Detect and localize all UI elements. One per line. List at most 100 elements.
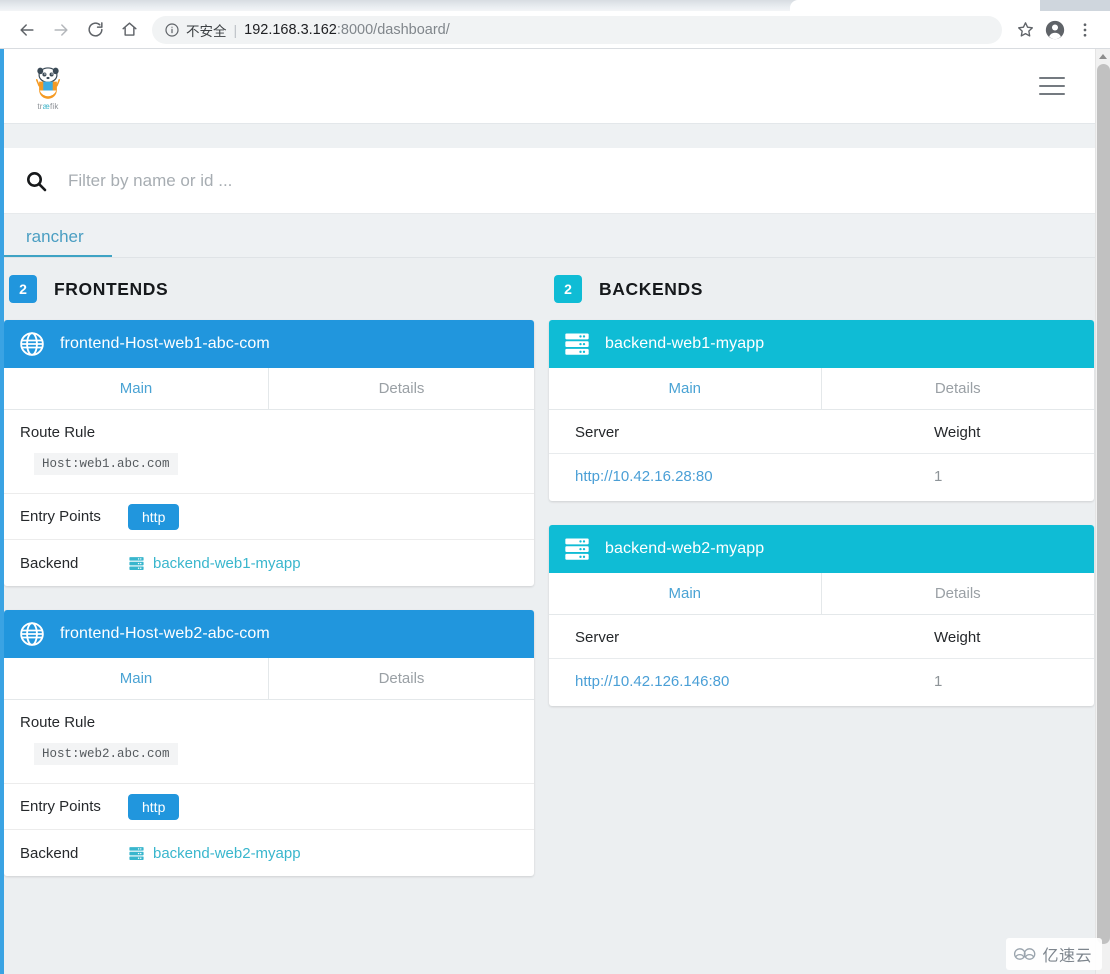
weight-cell: 1 (934, 468, 943, 485)
search-icon (27, 171, 47, 191)
url-path: :8000/dashboard/ (336, 21, 450, 38)
servers-table: Server Weight http://10.42.16.28:80 1 (549, 410, 1094, 501)
globe-icon (20, 332, 44, 356)
forward-arrow-icon (54, 23, 68, 36)
bookmark-button[interactable] (1010, 15, 1040, 45)
backend-label: Backend (20, 844, 79, 862)
backend-name: backend-web2-myapp (605, 540, 765, 557)
backend-link[interactable]: backend-web1-myapp (128, 555, 301, 572)
backend-card-header[interactable]: backend-web2-myapp (549, 525, 1094, 573)
forward-button[interactable] (44, 13, 78, 47)
route-rule-label: Route Rule (20, 714, 96, 731)
home-button[interactable] (112, 13, 146, 47)
column-header-weight: Weight (934, 615, 1094, 659)
frontend-card-tabs: Main Details (4, 368, 534, 410)
column-header-server: Server (549, 615, 934, 659)
reload-button[interactable] (78, 13, 112, 47)
backend-row: Backend backend-web2-myapp (4, 830, 534, 876)
profile-button[interactable] (1040, 15, 1070, 45)
traefik-dashboard: træfik rancher 2 (0, 49, 1095, 974)
backend-card: backend-web2-myapp Main Details Server W… (549, 525, 1094, 706)
entry-point-badge[interactable]: http (128, 793, 180, 820)
tab-main[interactable]: Main (549, 368, 822, 409)
frontend-card-tabs: Main Details (4, 658, 534, 700)
page-viewport: træfik rancher 2 (0, 49, 1110, 974)
entry-points-label: Entry Points (20, 508, 101, 525)
frontend-card-header[interactable]: frontend-Host-web1-abc-com (4, 320, 534, 368)
frontends-column: 2 FRONTENDS frontend-Host-web1-abc-com M… (4, 258, 549, 974)
backend-card: backend-web1-myapp Main Details Server W… (549, 320, 1094, 501)
tab-details[interactable]: Details (821, 573, 1094, 615)
backend-link[interactable]: backend-web2-myapp (128, 845, 301, 862)
app-header: træfik (4, 49, 1095, 124)
table-row: http://10.42.126.146:80 1 (549, 659, 1094, 707)
backend-card-tabs: Main Details (549, 368, 1094, 410)
tab-main[interactable]: Main (549, 573, 822, 614)
server-icon (565, 333, 589, 355)
provider-tab-rancher[interactable]: rancher (4, 228, 112, 257)
column-header-weight: Weight (934, 410, 1094, 454)
servers-table: Server Weight http://10.42.126.146:80 1 (549, 615, 1094, 706)
backends-section-title: BACKENDS (599, 278, 703, 299)
route-rule-block: Route Rule Host:web1.abc.com (4, 410, 534, 494)
traefik-logo[interactable]: træfik (20, 62, 76, 111)
backend-link-label: backend-web1-myapp (153, 554, 301, 572)
security-status-label: 不安全 (186, 23, 227, 40)
server-url-link[interactable]: http://10.42.126.146:80 (575, 673, 729, 690)
back-button[interactable] (10, 13, 44, 47)
frontend-card-header[interactable]: frontend-Host-web2-abc-com (4, 610, 534, 658)
server-url-link[interactable]: http://10.42.16.28:80 (575, 468, 713, 485)
entry-points-label: Entry Points (20, 798, 101, 815)
tab-details[interactable]: Details (821, 368, 1094, 410)
entry-points-row: Entry Points http (4, 494, 534, 540)
browser-toolbar: 不安全 | 192.168.3.162:8000/dashboard/ (0, 11, 1110, 49)
backends-column: 2 BACKENDS backend-web1-myapp Main Detai… (549, 258, 1094, 974)
scrollbar-thumb[interactable] (1097, 64, 1110, 944)
backend-name: backend-web1-myapp (605, 335, 765, 352)
tab-main[interactable]: Main (4, 658, 269, 699)
tab-details[interactable]: Details (269, 368, 534, 410)
browser-menu-button[interactable] (1070, 15, 1100, 45)
entry-points-row: Entry Points http (4, 784, 534, 830)
scrollbar-up-button[interactable] (1096, 49, 1110, 64)
server-cell: http://10.42.16.28:80 (549, 454, 934, 502)
entry-point-badge[interactable]: http (128, 503, 180, 530)
route-rule-block: Route Rule Host:web2.abc.com (4, 700, 534, 784)
backends-count-badge: 2 (554, 275, 582, 303)
header-spacer (4, 124, 1095, 148)
column-header-server: Server (549, 410, 934, 454)
traefik-mascot-icon (35, 66, 61, 99)
search-input[interactable] (68, 170, 668, 191)
chevron-up-icon (1099, 54, 1107, 59)
frontend-name: frontend-Host-web1-abc-com (60, 335, 270, 352)
backend-row: Backend backend-web1-myapp (4, 540, 534, 586)
tab-main[interactable]: Main (4, 368, 269, 409)
backend-card-header[interactable]: backend-web1-myapp (549, 320, 1094, 368)
page-scrollbar[interactable] (1095, 49, 1110, 974)
server-cell: http://10.42.126.146:80 (549, 659, 934, 707)
backend-link-label: backend-web2-myapp (153, 844, 301, 862)
back-arrow-icon (20, 23, 34, 36)
frontend-card-body: Route Rule Host:web1.abc.com Entry Point… (4, 410, 534, 586)
servers-table-body: http://10.42.126.146:80 1 (549, 659, 1094, 707)
address-bar[interactable]: 不安全 | 192.168.3.162:8000/dashboard/ (152, 15, 1002, 44)
filter-bar (4, 148, 1095, 214)
servers-table-body: http://10.42.16.28:80 1 (549, 454, 1094, 502)
browser-active-tab[interactable] (790, 0, 1050, 11)
reload-icon (87, 22, 103, 37)
globe-icon (20, 622, 44, 646)
route-rule-value: Host:web1.abc.com (34, 453, 178, 475)
route-rule-value: Host:web2.abc.com (34, 743, 178, 765)
app-menu-button[interactable] (1039, 77, 1065, 95)
info-circle-icon[interactable] (164, 22, 180, 38)
browser-window-controls[interactable] (1040, 0, 1110, 11)
url-host: 192.168.3.162 (244, 21, 337, 38)
servers-table-head: Server Weight (549, 615, 1094, 659)
watermark-text: 亿速云 (1042, 946, 1092, 965)
backends-section-header: 2 BACKENDS (549, 258, 1094, 320)
table-header-row: Server Weight (549, 410, 1094, 454)
frontends-count-badge: 2 (9, 275, 37, 303)
tab-details[interactable]: Details (269, 658, 534, 700)
frontend-card-body: Route Rule Host:web2.abc.com Entry Point… (4, 700, 534, 876)
route-rule-label: Route Rule (20, 424, 96, 441)
